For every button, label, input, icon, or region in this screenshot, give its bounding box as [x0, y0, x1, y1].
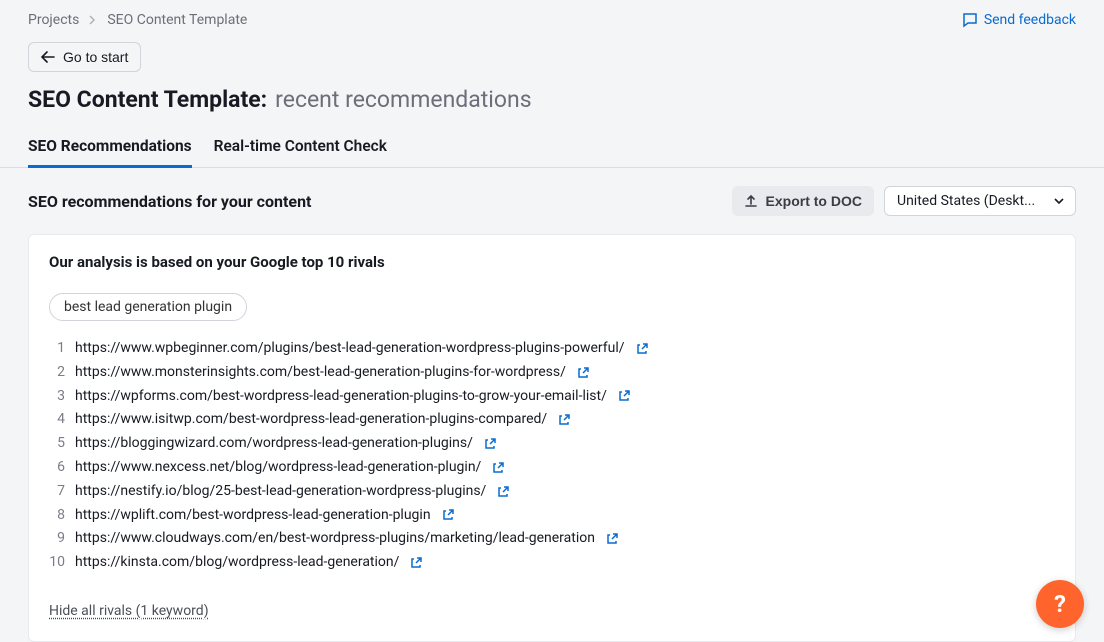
rival-url: https://www.wpbeginner.com/plugins/best-…	[75, 337, 625, 361]
breadcrumb: Projects SEO Content Template	[28, 12, 247, 28]
hide-all-rivals-link[interactable]: Hide all rivals (1 keyword)	[49, 603, 209, 619]
external-link-icon[interactable]	[496, 485, 510, 499]
external-link-icon[interactable]	[409, 556, 423, 570]
rival-row: 2 https://www.monsterinsights.com/best-le…	[49, 361, 1055, 385]
external-link-icon[interactable]	[483, 437, 497, 451]
page-title-suffix: recent recommendations	[275, 86, 531, 113]
breadcrumb-root[interactable]: Projects	[28, 12, 79, 28]
help-fab[interactable]: ?	[1036, 580, 1084, 628]
rival-num: 4	[49, 408, 65, 432]
chevron-down-icon	[1053, 197, 1065, 205]
rivals-card: Our analysis is based on your Google top…	[28, 234, 1076, 642]
rival-row: 1 https://www.wpbeginner.com/plugins/best…	[49, 337, 1055, 361]
rival-row: 4 https://www.isitwp.com/best-wordpress-l…	[49, 408, 1055, 432]
external-link-icon[interactable]	[441, 508, 455, 522]
rival-num: 7	[49, 480, 65, 504]
rival-url: https://kinsta.com/blog/wordpress-lead-g…	[75, 551, 399, 575]
rival-row: 7 https://nestify.io/blog/25-best-lead-ge…	[49, 480, 1055, 504]
locale-select[interactable]: United States (Deskt...	[884, 186, 1076, 216]
keyword-chip[interactable]: best lead generation plugin	[49, 293, 247, 321]
external-link-icon[interactable]	[635, 342, 649, 356]
rival-num: 1	[49, 337, 65, 361]
page-title: SEO Content Template: recent recommendat…	[28, 86, 1076, 113]
tabs: SEO Recommendations Real-time Content Ch…	[0, 137, 1104, 168]
go-to-start-button[interactable]: Go to start	[28, 42, 141, 72]
tab-seo-recommendations[interactable]: SEO Recommendations	[28, 137, 192, 167]
upload-icon	[744, 194, 758, 208]
rival-row: 5 https://bloggingwizard.com/wordpress-le…	[49, 432, 1055, 456]
rival-url: https://www.cloudways.com/en/best-wordpr…	[75, 527, 595, 551]
rival-url: https://www.monsterinsights.com/best-lea…	[75, 361, 566, 385]
rival-url: https://wplift.com/best-wordpress-lead-g…	[75, 504, 431, 528]
feedback-label: Send feedback	[984, 12, 1076, 28]
rival-num: 8	[49, 504, 65, 528]
rival-num: 6	[49, 456, 65, 480]
tab-realtime-content-check[interactable]: Real-time Content Check	[214, 137, 387, 167]
go-to-start-label: Go to start	[63, 49, 128, 65]
rival-url: https://bloggingwizard.com/wordpress-lea…	[75, 432, 473, 456]
breadcrumb-current: SEO Content Template	[107, 12, 247, 28]
arrow-left-icon	[41, 51, 55, 63]
rival-url: https://www.nexcess.net/blog/wordpress-l…	[75, 456, 481, 480]
external-link-icon[interactable]	[617, 389, 631, 403]
rival-num: 5	[49, 432, 65, 456]
external-link-icon[interactable]	[557, 413, 571, 427]
locale-select-value: United States (Deskt...	[897, 193, 1035, 209]
external-link-icon[interactable]	[491, 461, 505, 475]
send-feedback-link[interactable]: Send feedback	[962, 12, 1076, 28]
rival-num: 3	[49, 385, 65, 409]
chevron-right-icon	[89, 15, 97, 25]
export-label: Export to DOC	[766, 193, 862, 209]
rival-row: 6 https://www.nexcess.net/blog/wordpress-…	[49, 456, 1055, 480]
rival-num: 9	[49, 527, 65, 551]
external-link-icon[interactable]	[605, 532, 619, 546]
rival-list: 1 https://www.wpbeginner.com/plugins/best…	[49, 337, 1055, 575]
feedback-icon	[962, 12, 978, 28]
rival-url: https://nestify.io/blog/25-best-lead-gen…	[75, 480, 486, 504]
rival-num: 10	[49, 551, 65, 575]
page-title-prefix: SEO Content Template:	[28, 86, 267, 113]
rival-row: 9 https://www.cloudways.com/en/best-wordp…	[49, 527, 1055, 551]
rival-row: 10 https://kinsta.com/blog/wordpress-lead…	[49, 551, 1055, 575]
export-to-doc-button[interactable]: Export to DOC	[732, 186, 874, 216]
rival-row: 3 https://wpforms.com/best-wordpress-lead…	[49, 385, 1055, 409]
rival-url: https://www.isitwp.com/best-wordpress-le…	[75, 408, 547, 432]
rival-num: 2	[49, 361, 65, 385]
rival-url: https://wpforms.com/best-wordpress-lead-…	[75, 385, 607, 409]
section-title: SEO recommendations for your content	[28, 192, 311, 211]
external-link-icon[interactable]	[576, 366, 590, 380]
card-title: Our analysis is based on your Google top…	[49, 253, 1055, 271]
rival-row: 8 https://wplift.com/best-wordpress-lead-…	[49, 504, 1055, 528]
